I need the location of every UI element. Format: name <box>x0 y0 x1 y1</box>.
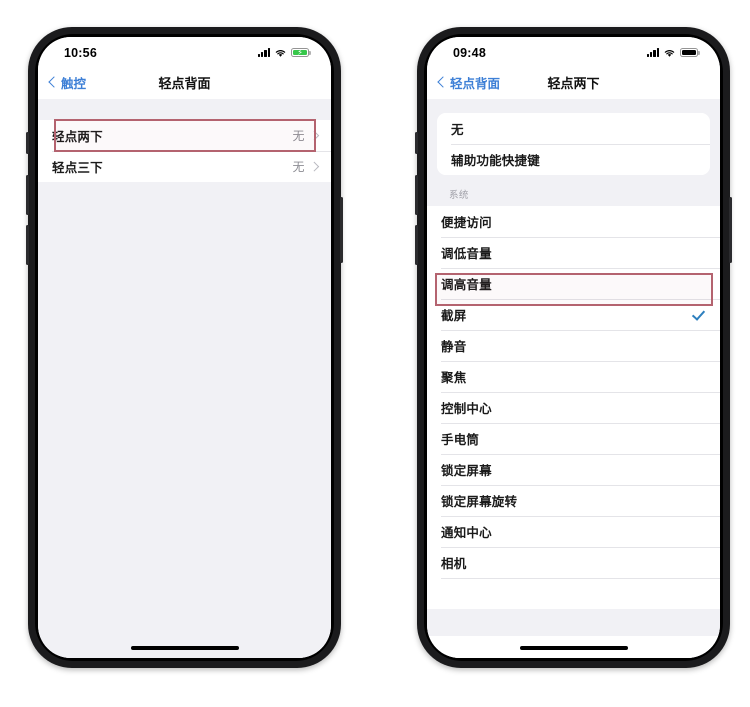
silent-switch[interactable] <box>26 132 29 154</box>
status-time: 09:48 <box>453 45 486 60</box>
power-button[interactable] <box>729 197 732 263</box>
left-nav-bar: 触控 轻点背面 <box>38 65 331 99</box>
right-nav-bar: 轻点背面 轻点两下 <box>427 65 720 99</box>
row-label: 手电筒 <box>441 433 480 447</box>
cellular-signal-icon <box>646 48 659 57</box>
silent-switch[interactable] <box>415 132 418 154</box>
volume-down-button[interactable] <box>415 225 418 265</box>
row-label: 相机 <box>441 557 467 571</box>
chevron-left-icon <box>437 76 449 88</box>
right-phone-device: 09:48 轻点背面 轻点两下 无 辅助功能快捷键 系统 便捷访问 调低音量 调… <box>415 27 732 668</box>
option-row-lock-rotation[interactable]: 锁定屏幕旋转 <box>427 485 720 516</box>
left-status-bar: 10:56 ⚡ <box>38 37 331 65</box>
row-label: 轻点三下 <box>52 161 103 175</box>
left-phone-screen: 10:56 ⚡ 触控 轻点背面 轻点两下 无 轻点三下 无 <box>38 37 331 658</box>
option-row-camera[interactable]: 相机 <box>427 547 720 578</box>
row-label: 聚焦 <box>441 371 467 385</box>
status-indicators <box>646 47 700 58</box>
status-indicators: ⚡ <box>257 47 311 58</box>
row-value: 无 <box>292 129 305 143</box>
wifi-icon <box>275 49 286 57</box>
row-label: 通知中心 <box>441 526 492 540</box>
home-indicator[interactable] <box>519 646 628 650</box>
power-button[interactable] <box>340 197 343 263</box>
wifi-icon <box>664 49 675 57</box>
section-header-system: 系统 <box>449 190 469 201</box>
row-label: 控制中心 <box>441 402 492 416</box>
options-group-system: 便捷访问 调低音量 调高音量 截屏 静音 聚焦 控制中心 手电筒 锁定屏幕 锁定… <box>427 206 720 609</box>
back-button-label: 触控 <box>61 76 87 91</box>
back-button-label: 轻点背面 <box>450 76 501 91</box>
option-row-partial[interactable] <box>427 578 720 609</box>
back-button[interactable]: 触控 <box>48 73 87 92</box>
back-tap-settings-group: 轻点两下 无 轻点三下 无 <box>38 120 331 182</box>
row-accessory: 无 <box>292 127 319 144</box>
row-label: 轻点两下 <box>52 130 103 144</box>
chevron-right-icon <box>309 130 319 141</box>
row-label: 静音 <box>441 340 467 354</box>
option-row-screenshot[interactable]: 截屏 <box>427 299 720 330</box>
home-indicator[interactable] <box>130 646 239 650</box>
chevron-right-icon <box>309 161 319 172</box>
battery-charging-icon: ⚡ <box>291 47 311 58</box>
option-row-mute[interactable]: 静音 <box>427 330 720 361</box>
row-label: 调低音量 <box>441 247 492 261</box>
row-label: 锁定屏幕 <box>441 464 492 478</box>
option-row-notification-center[interactable]: 通知中心 <box>427 516 720 547</box>
option-row-reachability[interactable]: 便捷访问 <box>427 206 720 237</box>
option-row-volume-up[interactable]: 调高音量 <box>427 268 720 299</box>
chevron-left-icon <box>48 76 60 88</box>
row-label: 截屏 <box>441 309 467 323</box>
row-double-tap[interactable]: 轻点两下 无 <box>38 120 331 151</box>
back-button[interactable]: 轻点背面 <box>437 73 501 92</box>
left-phone-device: 10:56 ⚡ 触控 轻点背面 轻点两下 无 轻点三下 无 <box>26 27 343 668</box>
row-label: 锁定屏幕旋转 <box>441 495 518 509</box>
status-time: 10:56 <box>64 45 97 60</box>
charging-bolt-icon: ⚡ <box>297 47 303 57</box>
option-row-none[interactable]: 无 <box>437 113 710 144</box>
option-row-control-center[interactable]: 控制中心 <box>427 392 720 423</box>
option-row-accessibility-shortcut[interactable]: 辅助功能快捷键 <box>437 144 710 175</box>
right-phone-screen: 09:48 轻点背面 轻点两下 无 辅助功能快捷键 系统 便捷访问 调低音量 调… <box>427 37 720 658</box>
row-label: 便捷访问 <box>441 216 492 230</box>
row-triple-tap[interactable]: 轻点三下 无 <box>38 151 331 182</box>
option-row-lock-screen[interactable]: 锁定屏幕 <box>427 454 720 485</box>
row-value: 无 <box>292 160 305 174</box>
battery-full-icon <box>680 47 700 58</box>
cellular-signal-icon <box>257 48 270 57</box>
volume-up-button[interactable] <box>415 175 418 215</box>
row-label: 调高音量 <box>441 278 492 292</box>
checkmark-icon <box>692 308 706 322</box>
option-row-volume-down[interactable]: 调低音量 <box>427 237 720 268</box>
row-accessory: 无 <box>292 158 319 175</box>
volume-up-button[interactable] <box>26 175 29 215</box>
option-row-spotlight[interactable]: 聚焦 <box>427 361 720 392</box>
left-content-area: 轻点两下 无 轻点三下 无 <box>38 99 331 658</box>
right-content-area: 无 辅助功能快捷键 系统 便捷访问 调低音量 调高音量 截屏 静音 聚焦 控制中… <box>427 99 720 658</box>
right-status-bar: 09:48 <box>427 37 720 65</box>
row-label: 无 <box>451 123 464 137</box>
row-label: 辅助功能快捷键 <box>451 154 540 168</box>
volume-down-button[interactable] <box>26 225 29 265</box>
option-row-flashlight[interactable]: 手电筒 <box>427 423 720 454</box>
options-group-top: 无 辅助功能快捷键 <box>437 113 710 175</box>
